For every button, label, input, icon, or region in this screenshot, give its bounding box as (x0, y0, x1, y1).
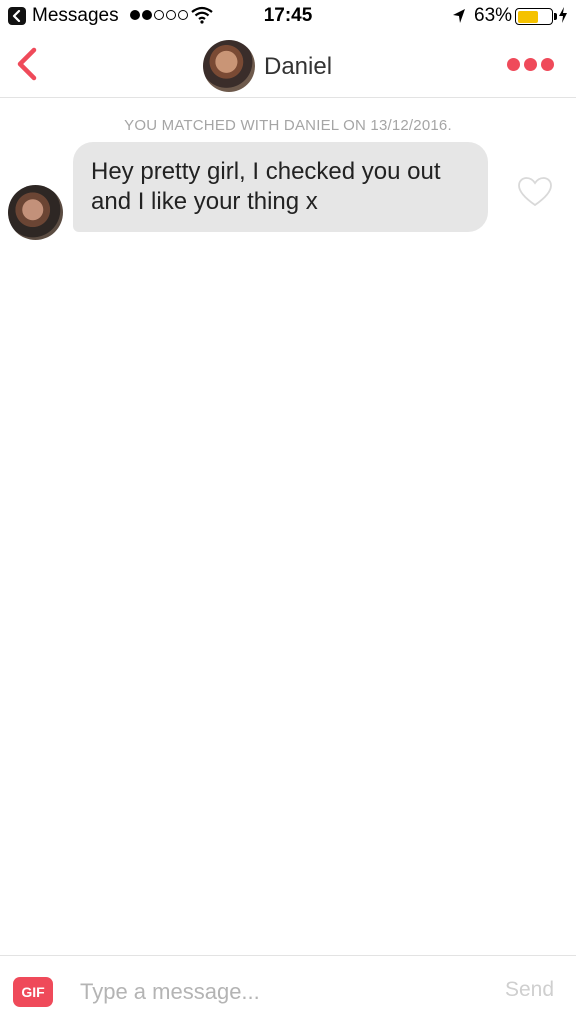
chat-screen: Messages 17:45 63% Daniel YOU MATCHED WI… (0, 0, 576, 1024)
sender-avatar[interactable] (8, 185, 63, 240)
more-dots-icon[interactable] (507, 57, 555, 73)
location-arrow-icon (453, 9, 465, 23)
message-input[interactable] (80, 976, 480, 1008)
message-composer: GIF Send (0, 955, 576, 1024)
status-bar: Messages 17:45 63% (0, 0, 576, 32)
header-avatar[interactable] (203, 40, 255, 92)
send-button[interactable]: Send (505, 978, 554, 1002)
match-name[interactable]: Daniel (264, 53, 332, 81)
charging-bolt-icon (559, 7, 567, 23)
heart-icon[interactable] (518, 177, 552, 207)
gif-button[interactable]: GIF (13, 977, 53, 1007)
message-bubble[interactable]: Hey pretty girl, I checked you out and I… (73, 142, 488, 232)
chevron-left-icon[interactable] (12, 44, 42, 84)
battery-fill (517, 10, 539, 23)
battery-icon (515, 8, 557, 25)
battery-percent: 63% (474, 5, 513, 26)
chat-header: Daniel (0, 32, 576, 98)
match-notice: YOU MATCHED WITH DANIEL ON 13/12/2016. (124, 117, 452, 134)
